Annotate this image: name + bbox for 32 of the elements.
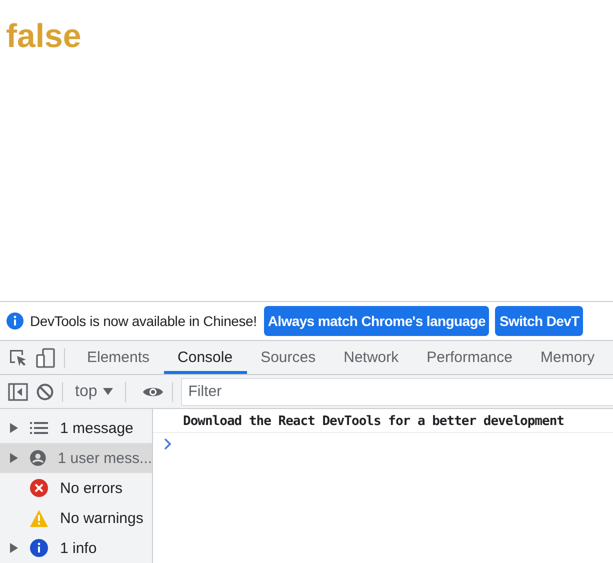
- list-icon: [30, 421, 48, 435]
- clear-console-icon[interactable]: [36, 382, 54, 400]
- panel-tab[interactable]: Memory: [526, 341, 609, 374]
- expand-arrow-icon: [10, 423, 18, 433]
- context-dropdown[interactable]: top: [71, 382, 118, 400]
- sidebar-item[interactable]: No errors: [0, 473, 152, 503]
- sidebar-toggle-icon[interactable]: [8, 382, 28, 400]
- caret-icon: [103, 388, 114, 396]
- sidebar-item[interactable]: 1 message: [0, 413, 152, 443]
- infobar-button[interactable]: Always match Chrome's language: [264, 306, 490, 336]
- page-output-text: false: [6, 18, 82, 54]
- console-message: Download the React DevTools for a better development: [153, 409, 613, 433]
- user-icon: [30, 449, 46, 467]
- warning-icon: [30, 510, 48, 526]
- filter-field[interactable]: Filter: [181, 378, 613, 406]
- sidebar-item[interactable]: 1 user mess...: [0, 443, 152, 473]
- expand-arrow-icon: [10, 543, 18, 553]
- info-icon: [6, 312, 24, 330]
- panel-tab[interactable]: Sources: [246, 341, 330, 374]
- infobar-message: DevTools is now available in Chinese!: [30, 313, 257, 329]
- panel-tab[interactable]: Performance: [412, 341, 526, 374]
- error-icon: [30, 479, 48, 497]
- panel-tab[interactable]: Network: [330, 341, 413, 374]
- infobar-button[interactable]: Switch DevT: [495, 306, 584, 336]
- sidebar-item[interactable]: No warnings: [0, 503, 152, 533]
- prompt-chevron-icon[interactable]: [164, 438, 172, 450]
- expand-arrow-icon: [10, 453, 18, 463]
- device-toolbar-icon[interactable]: [36, 348, 56, 368]
- info-icon: [30, 539, 48, 557]
- inspect-element-icon[interactable]: [8, 348, 28, 368]
- sidebar-item[interactable]: 1 info: [0, 533, 152, 563]
- panel-tab[interactable]: Elements: [73, 341, 164, 374]
